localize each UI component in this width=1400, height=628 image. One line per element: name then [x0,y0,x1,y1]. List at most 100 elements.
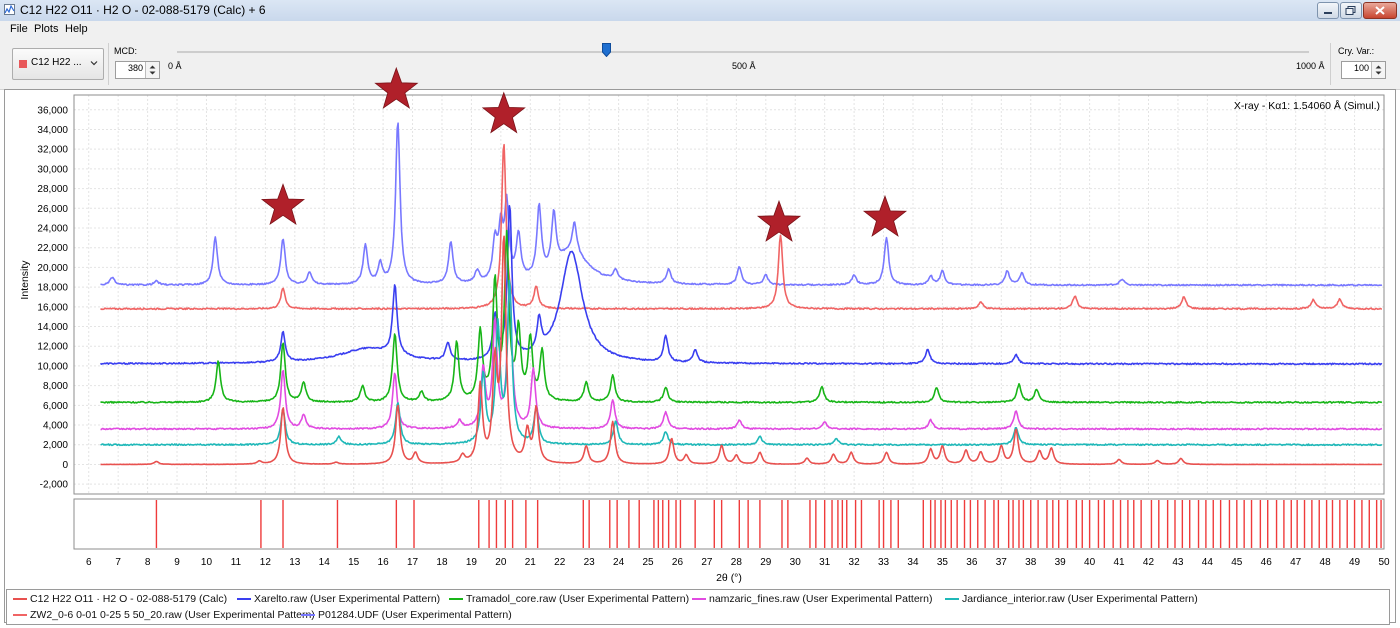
x-tick-label: 13 [289,557,301,568]
y-tick-label: 2,000 [43,440,68,451]
series-line [100,281,1383,431]
x-tick-label: 19 [466,557,478,568]
legend-item-xarelto[interactable]: Xarelto.raw (User Experimental Pattern) [237,593,440,605]
series-line [100,229,1382,404]
x-tick-label: 24 [613,557,625,568]
plot-grid [74,95,1385,494]
x-axis-label: 2θ (°) [716,572,742,584]
x-tick-label: 43 [1172,557,1184,568]
x-tick-label: 49 [1349,557,1361,568]
y-axis-label: Intensity [19,260,31,300]
y-tick-label: 32,000 [37,145,68,156]
x-tick-label: 17 [407,557,419,568]
x-tick-label: 22 [554,557,566,568]
legend-swatch [692,598,706,601]
x-tick-label: 46 [1261,557,1273,568]
x-tick-label: 15 [348,557,360,568]
star-icon [260,183,306,226]
legend-item-zw2[interactable]: ZW2_0-6 0-01 0-25 5 50_20.raw (User Expe… [13,609,315,621]
x-tick-label: 48 [1320,557,1332,568]
y-tick-label: 4,000 [43,421,68,432]
legend-swatch [237,598,251,601]
x-tick-label: 45 [1231,557,1243,568]
star-icon [374,66,419,109]
reference-ticks [155,500,1382,548]
x-tick-labels: 6 7 8 9 10 11 12 13 14 15 16 17 18 19 20 21 22 23 24 25 26 27… [86,557,1390,568]
x-tick-label: 38 [1025,557,1037,568]
y-tick-label: 22,000 [37,243,68,254]
legend: C12 H22 O11 · H2 O - 02-088-5179 (Calc) … [6,589,1390,625]
x-tick-label: 10 [201,557,213,568]
y-tick-label: 6,000 [43,401,68,412]
legend-label: Tramadol_core.raw (User Experimental Pat… [466,593,690,605]
reference-plot-area [73,498,1385,550]
diffraction-chart[interactable]: -2,000 0 2,000 4,000 6,000 8,000 10,000 12,000 1… [0,0,1400,628]
peak-star-markers [260,66,908,242]
x-tick-label: 33 [878,557,890,568]
x-tick-label: 30 [790,557,802,568]
x-tick-label: 42 [1143,557,1155,568]
x-tick-label: 31 [819,557,831,568]
pattern-series [99,122,1383,466]
star-icon [756,199,802,242]
legend-label: Jardiance_interior.raw (User Experimenta… [962,593,1198,605]
legend-item-tramadol[interactable]: Tramadol_core.raw (User Experimental Pat… [449,593,689,605]
x-tick-label: 35 [937,557,949,568]
main-plot-area [73,94,1385,495]
x-tick-label: 14 [319,557,331,568]
legend-label: P01284.UDF (User Experimental Pattern) [318,609,512,621]
legend-item-jardiance[interactable]: Jardiance_interior.raw (User Experimenta… [945,593,1198,605]
legend-swatch [13,614,27,617]
legend-swatch [13,598,27,601]
legend-swatch [301,614,315,617]
y-tick-label: 14,000 [37,322,68,333]
x-tick-label: 26 [672,557,684,568]
star-icon [862,194,908,237]
y-tick-label: 18,000 [37,283,68,294]
x-tick-label: 8 [145,557,151,568]
x-tick-label: 39 [1055,557,1067,568]
x-tick-label: 50 [1378,557,1390,568]
x-tick-label: 12 [260,557,272,568]
legend-item-calc[interactable]: C12 H22 O11 · H2 O - 02-088-5179 (Calc) [13,593,227,605]
legend-swatch [945,598,959,601]
x-tick-label: 21 [525,557,537,568]
x-tick-label: 47 [1290,557,1302,568]
y-tick-label: 12,000 [37,342,68,353]
x-tick-label: 40 [1084,557,1096,568]
y-tick-label: 20,000 [37,263,68,274]
legend-label: C12 H22 O11 · H2 O - 02-088-5179 (Calc) [30,593,228,605]
star-icon [481,91,526,134]
x-tick-label: 41 [1113,557,1125,568]
x-tick-label: 44 [1202,557,1214,568]
y-tick-label: 24,000 [37,224,68,235]
x-tick-label: 9 [174,557,180,568]
x-tick-label: 20 [495,557,507,568]
x-tick-label: 32 [849,557,861,568]
y-tick-label: -2,000 [40,480,69,491]
y-tick-label: 28,000 [37,184,68,195]
x-tick-label: 16 [378,557,390,568]
x-tick-label: 37 [996,557,1008,568]
y-tick-label: 10,000 [37,361,68,372]
y-tick-label: 26,000 [37,204,68,215]
x-tick-label: 27 [701,557,713,568]
x-tick-label: 11 [231,557,242,568]
x-tick-label: 23 [584,557,596,568]
y-tick-label: 36,000 [37,105,68,116]
y-tick-label: 8,000 [43,381,68,392]
x-tick-label: 34 [907,557,919,568]
y-tick-label: 16,000 [37,302,68,313]
legend-label: namzaric_fines.raw (User Experimental Pa… [709,593,933,605]
legend-label: ZW2_0-6 0-01 0-25 5 50_20.raw (User Expe… [30,609,315,621]
x-tick-label: 7 [115,557,121,568]
legend-label: Xarelto.raw (User Experimental Pattern) [254,593,441,605]
legend-item-namzaric[interactable]: namzaric_fines.raw (User Experimental Pa… [692,593,933,605]
legend-swatch [449,598,463,601]
legend-item-p01284[interactable]: P01284.UDF (User Experimental Pattern) [301,609,512,621]
y-tick-label: 34,000 [37,125,68,136]
x-tick-label: 36 [966,557,978,568]
x-tick-label: 25 [642,557,654,568]
y-tick-label: 0 [62,460,68,471]
x-tick-label: 28 [731,557,743,568]
